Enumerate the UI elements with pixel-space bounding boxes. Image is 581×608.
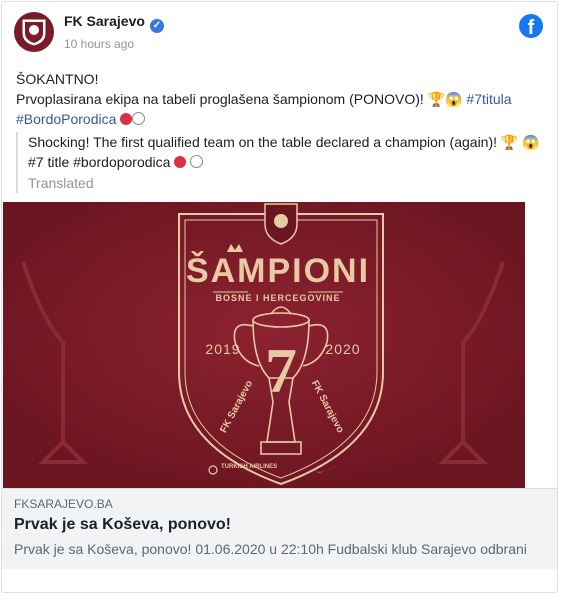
message-line-3: #BordoPorodica [16, 109, 546, 129]
club-logo-icon[interactable] [14, 12, 54, 52]
message-line-1: ŠOKANTNO! [16, 71, 99, 87]
page-name-text[interactable]: FK Sarajevo [64, 13, 145, 29]
white-circle-icon [132, 112, 146, 125]
image-title: ŠAMPIONI [186, 251, 370, 290]
message-text: Prvoplasirana ekipa na tabeli proglašena… [16, 91, 467, 107]
facebook-icon[interactable]: f [519, 14, 543, 38]
post-message: ŠOKANTNO! Prvoplasirana ekipa na tabeli … [16, 69, 546, 129]
link-preview[interactable]: FKSARAJEVO.BA Prvak je sa Koševa, ponovo… [2, 488, 557, 569]
image-subtitle: BOSNE I HERCEGOVINE [215, 293, 340, 303]
big-seven: 7 [265, 335, 297, 406]
sponsor-text: TURKISH AIRLINES [221, 464, 277, 470]
message-line-2: Prvoplasirana ekipa na tabeli proglašena… [16, 89, 546, 109]
white-circle-icon [190, 155, 204, 168]
verified-badge-icon: ✓ [149, 19, 164, 33]
translation-body: Shocking! The first qualified team on th… [28, 134, 540, 170]
link-domain[interactable]: FKSARAJEVO.BA [14, 497, 113, 511]
facebook-post-card: FK Sarajevo ✓ 10 hours ago f ŠOKANTNO! Pr… [1, 1, 558, 593]
link-description[interactable]: Prvak je sa Koševa, ponovo! 01.06.2020 u… [14, 541, 540, 557]
translation-block: Shocking! The first qualified team on th… [16, 132, 554, 193]
red-circle-icon [120, 113, 133, 125]
post-time[interactable]: 10 hours ago [64, 37, 134, 51]
translation-text: Shocking! The first qualified team on th… [28, 132, 554, 172]
link-title[interactable]: Prvak je sa Koševa, ponovo! [14, 516, 231, 534]
post-image[interactable]: ŠAMPIONI BOSNE I HERCEGOVINE 2019 2020 7… [3, 202, 525, 488]
page-name[interactable]: FK Sarajevo ✓ [64, 13, 164, 33]
hashtag-7titula[interactable]: #7titula [466, 91, 511, 107]
hashtag-bordoporodica[interactable]: #BordoPorodica [16, 111, 116, 127]
red-circle-icon [174, 156, 187, 168]
year-right: 2020 [325, 341, 360, 357]
translated-label[interactable]: Translated [28, 173, 554, 193]
